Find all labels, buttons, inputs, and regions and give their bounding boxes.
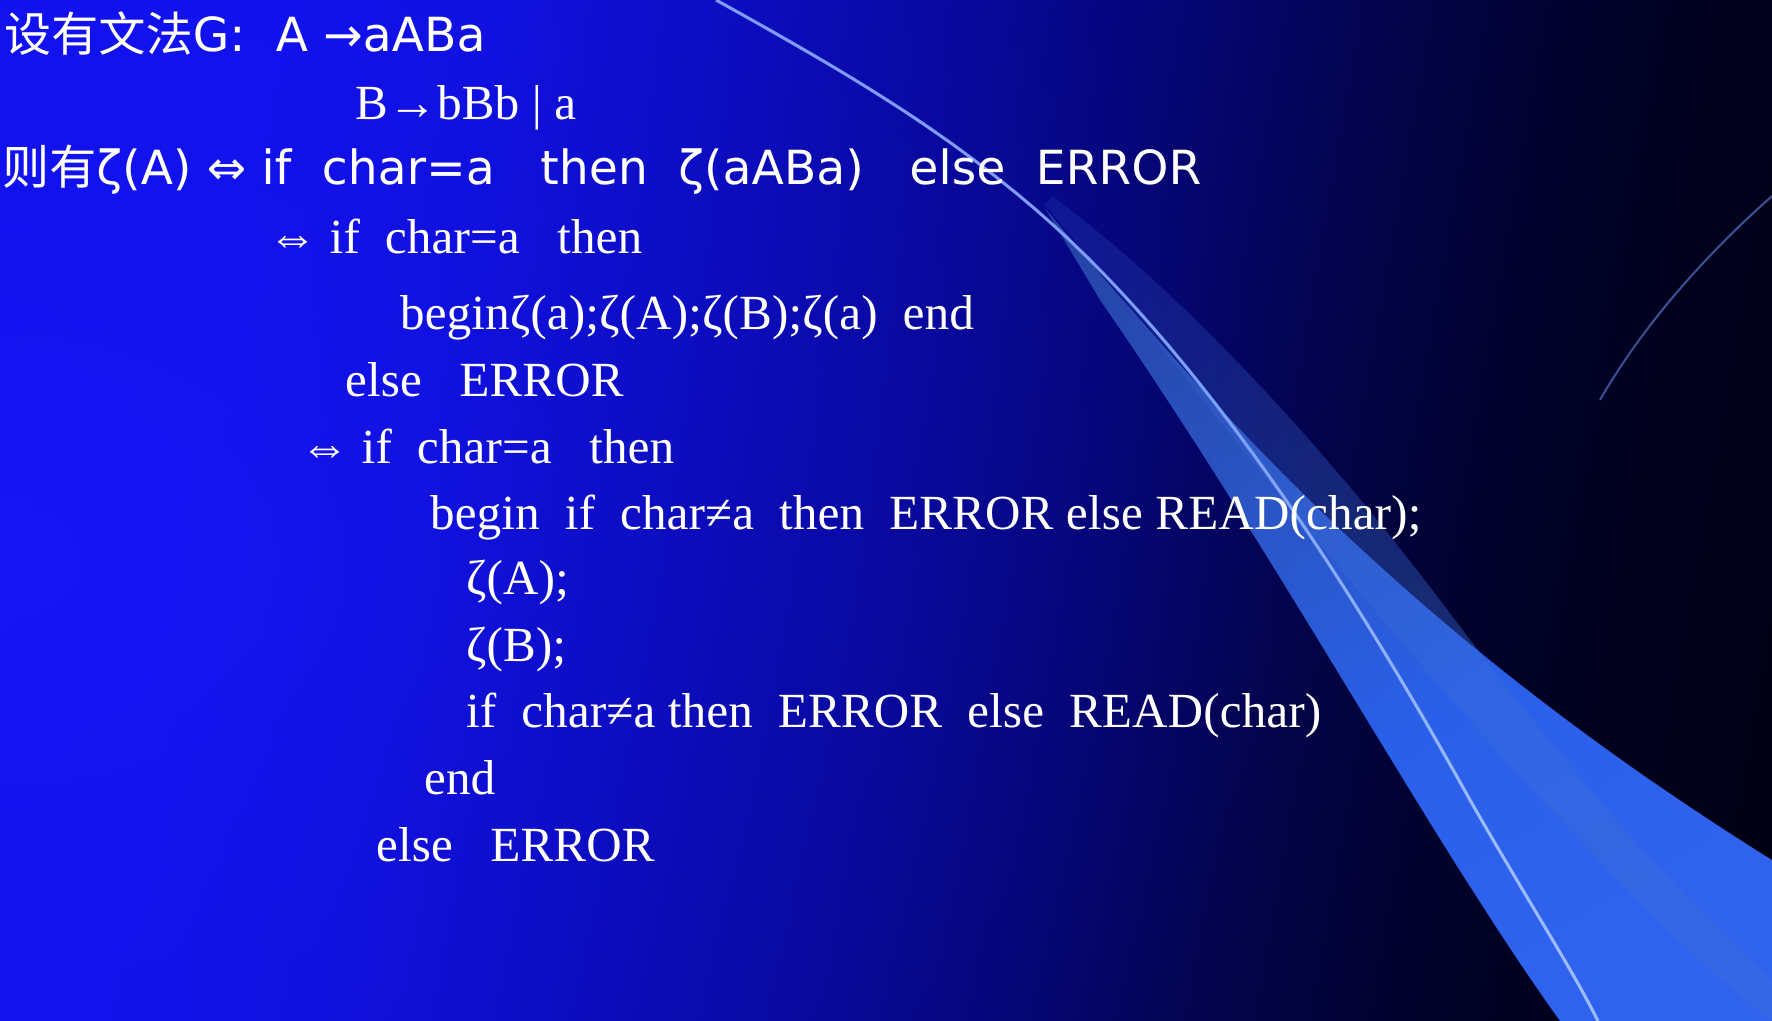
text-line-1: 设有文法G: A →aABa [4, 8, 486, 63]
text-line-9: ζ(A); [466, 550, 569, 605]
presentation-slide: 设有文法G: A →aABa B→bBb | a 则有ζ(A) ⇔ if cha… [0, 0, 1772, 1021]
text-line-10: ζ(B); [466, 617, 567, 672]
text-line-8: begin if char≠a then ERROR else READ(cha… [430, 485, 1422, 540]
text-line-7: ⇔ if char=a then [300, 419, 675, 474]
slide-text-body: 设有文法G: A →aABa B→bBb | a 则有ζ(A) ⇔ if cha… [0, 0, 1772, 1021]
text-line-3: 则有ζ(A) ⇔ if char=a then ζ(aABa) else ERR… [2, 141, 1202, 196]
text-line-11: if char≠a then ERROR else READ(char) [466, 683, 1322, 738]
text-line-13: else ERROR [376, 817, 655, 872]
text-line-4: ⇔ if char=a then [268, 209, 643, 264]
text-line-6: else ERROR [345, 352, 624, 407]
text-line-2: B→bBb | a [355, 75, 577, 130]
text-line-5: beginζ(a);ζ(A);ζ(B);ζ(a) end [400, 285, 975, 340]
text-line-12: end [424, 750, 496, 805]
